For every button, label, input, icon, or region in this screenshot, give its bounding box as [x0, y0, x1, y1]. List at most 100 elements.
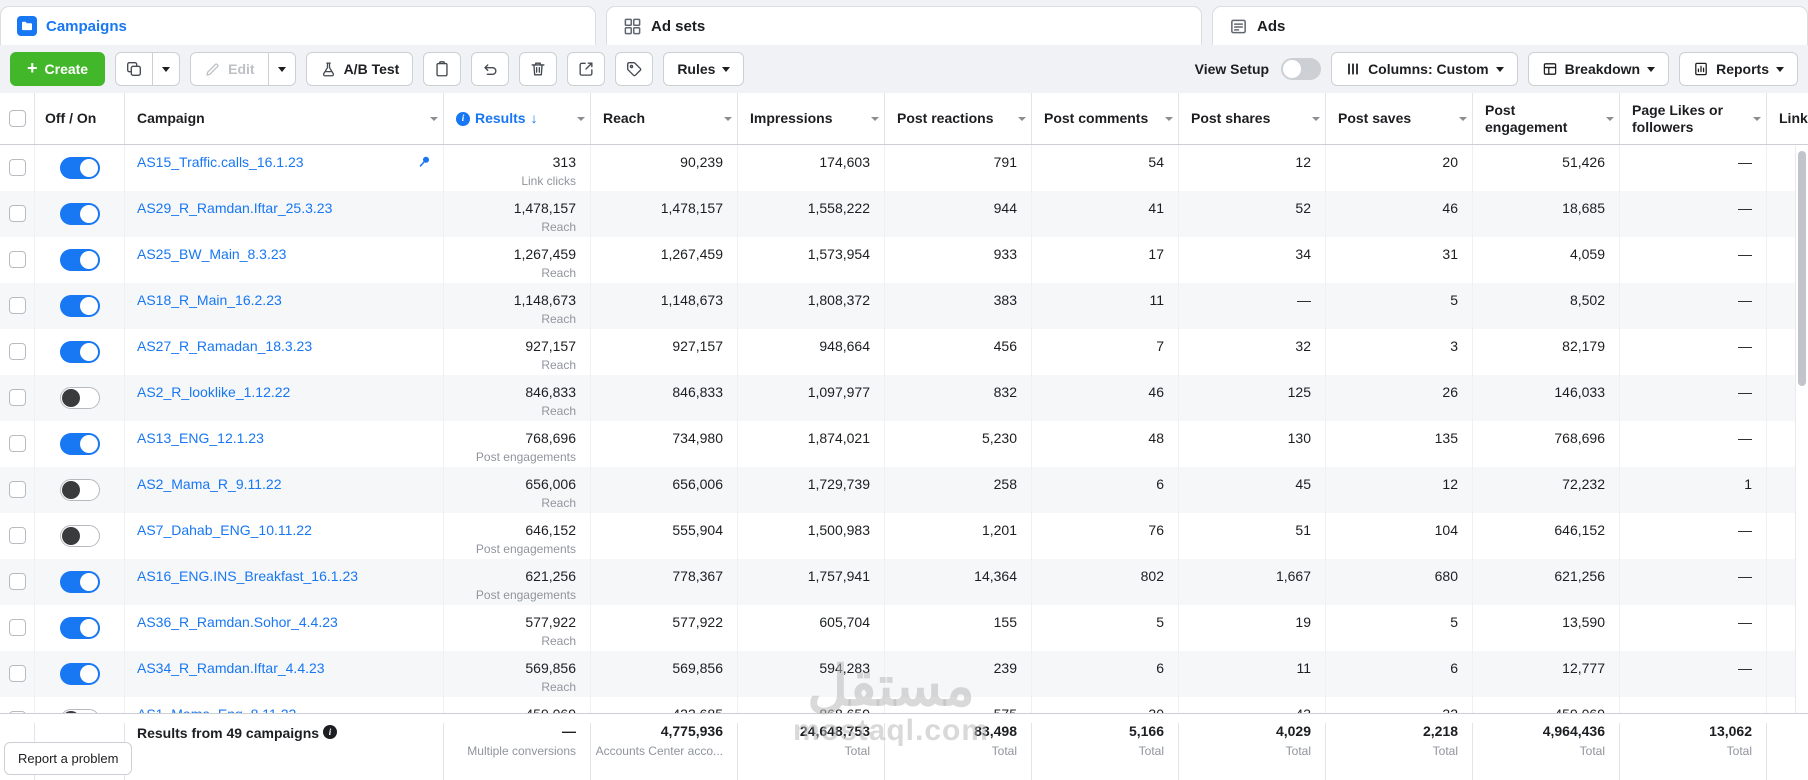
row-checkbox[interactable] [9, 297, 26, 314]
campaign-toggle[interactable] [59, 295, 100, 317]
campaign-link[interactable]: AS16_ENG.INS_Breakfast_16.1.23 [137, 568, 358, 584]
reports-button[interactable]: Reports [1679, 52, 1798, 86]
post-saves-cell: 6 [1326, 651, 1473, 697]
header-page-likes[interactable]: Page Likes or followers [1620, 93, 1767, 144]
ab-test-button[interactable]: A/B Test [305, 52, 414, 86]
campaign-toggle[interactable] [59, 249, 100, 271]
row-checkbox[interactable] [9, 527, 26, 544]
header-results[interactable]: i Results ↓ [444, 93, 591, 144]
impressions-cell: 868,659 [738, 697, 885, 713]
post-reactions-cell: 791 [885, 145, 1032, 191]
row-toggle-cell [35, 421, 125, 467]
tab-ads[interactable]: Ads [1212, 6, 1808, 45]
columns-button[interactable]: Columns: Custom [1331, 52, 1518, 86]
header-label: Post shares [1191, 110, 1271, 127]
campaign-link[interactable]: AS34_R_Ramdan.Iftar_4.4.23 [137, 660, 325, 676]
row-checkbox[interactable] [9, 573, 26, 590]
header-impressions[interactable]: Impressions [738, 93, 885, 144]
select-all-checkbox[interactable] [9, 110, 26, 127]
toggle-knob [79, 435, 98, 453]
header-post-comments[interactable]: Post comments [1032, 93, 1179, 144]
results-type-label: Reach [541, 266, 576, 280]
chevron-down-icon [1312, 116, 1320, 121]
campaign-link[interactable]: AS27_R_Ramadan_18.3.23 [137, 338, 312, 354]
row-checkbox[interactable] [9, 435, 26, 452]
row-checkbox[interactable] [9, 205, 26, 222]
page-likes-cell: — [1620, 283, 1767, 329]
tab-campaigns[interactable]: Campaigns [0, 6, 596, 45]
campaign-link[interactable]: AS25_BW_Main_8.3.23 [137, 246, 286, 262]
campaign-link[interactable]: AS2_Mama_R_9.11.22 [137, 476, 282, 492]
campaign-toggle[interactable] [59, 571, 100, 593]
export-button[interactable] [567, 52, 606, 86]
delete-button[interactable] [519, 52, 558, 86]
campaign-toggle[interactable] [59, 663, 100, 685]
post-reactions-cell: 456 [885, 329, 1032, 375]
row-toggle-cell [35, 375, 125, 421]
row-checkbox[interactable] [9, 665, 26, 682]
campaign-link[interactable]: AS1_Mama_Eng_8.11.22 [137, 706, 296, 713]
row-checkbox[interactable] [9, 159, 26, 176]
campaign-toggle[interactable] [59, 157, 100, 179]
row-checkbox[interactable] [9, 251, 26, 268]
row-checkbox[interactable] [9, 389, 26, 406]
view-setup-label: View Setup [1194, 61, 1270, 77]
rules-button[interactable]: Rules [663, 52, 745, 86]
row-checkbox[interactable] [9, 619, 26, 636]
undo-button[interactable] [471, 52, 510, 86]
row-checkbox[interactable] [9, 343, 26, 360]
header-post-reactions[interactable]: Post reactions [885, 93, 1032, 144]
campaign-link[interactable]: AS2_R_looklike_1.12.22 [137, 384, 290, 400]
duplicate-options-button[interactable] [153, 52, 181, 86]
header-post-engagement[interactable]: Post engagement [1473, 93, 1620, 144]
chevron-down-icon [162, 66, 171, 72]
edit-button[interactable]: Edit [190, 52, 269, 86]
totals-impressions-cell: 24,648,753 Total [738, 723, 885, 780]
breakdown-button[interactable]: Breakdown [1527, 52, 1670, 86]
row-toggle-cell [35, 191, 125, 237]
header-reach[interactable]: Reach [591, 93, 738, 144]
post-engagement-cell: 18,685 [1473, 191, 1620, 237]
campaign-name-cell: AS15_Traffic.calls_16.1.23 [125, 145, 444, 191]
post-engagement-cell: 146,033 [1473, 375, 1620, 421]
post-saves-cell: 26 [1326, 375, 1473, 421]
post-reactions-cell: 239 [885, 651, 1032, 697]
impressions-cell: 1,573,954 [738, 237, 885, 283]
campaign-link[interactable]: AS18_R_Main_16.2.23 [137, 292, 282, 308]
edit-options-button[interactable] [268, 52, 296, 86]
duplicate-button[interactable] [115, 52, 154, 86]
campaign-toggle[interactable] [59, 479, 100, 501]
header-post-shares[interactable]: Post shares [1179, 93, 1326, 144]
header-link[interactable]: Link [1767, 93, 1808, 144]
clipboard-button[interactable] [423, 52, 462, 86]
campaign-toggle[interactable] [59, 525, 100, 547]
post-engagement-cell: 82,179 [1473, 329, 1620, 375]
campaign-link[interactable]: AS13_ENG_12.1.23 [137, 430, 264, 446]
post-comments-cell: 41 [1032, 191, 1179, 237]
campaign-link[interactable]: AS29_R_Ramdan.Iftar_25.3.23 [137, 200, 332, 216]
campaign-link[interactable]: AS7_Dahab_ENG_10.11.22 [137, 522, 312, 538]
campaign-toggle[interactable] [59, 617, 100, 639]
create-button[interactable]: + Create [10, 52, 106, 86]
row-checkbox-cell [0, 559, 35, 605]
results-type-label: Post engagements [475, 542, 576, 556]
header-campaign[interactable]: Campaign [125, 93, 444, 144]
totals-label-cell: Results from 49 campaigns i [125, 723, 444, 780]
campaign-link[interactable]: AS15_Traffic.calls_16.1.23 [137, 154, 304, 170]
campaign-toggle[interactable] [59, 387, 100, 409]
report-problem-button[interactable]: Report a problem [4, 742, 133, 775]
campaign-link[interactable]: AS36_R_Ramdan.Sohor_4.4.23 [137, 614, 338, 630]
header-post-saves[interactable]: Post saves [1326, 93, 1473, 144]
row-toggle-cell [35, 559, 125, 605]
campaign-toggle[interactable] [59, 203, 100, 225]
post-shares-cell: 11 [1179, 651, 1326, 697]
view-setup-toggle[interactable] [1281, 58, 1322, 80]
info-icon[interactable]: i [323, 725, 338, 739]
campaign-toggle[interactable] [59, 433, 100, 455]
scrollbar-thumb[interactable] [1798, 151, 1806, 386]
row-toggle-cell [35, 145, 125, 191]
tab-ad-sets[interactable]: Ad sets [606, 6, 1202, 45]
tag-button[interactable] [615, 52, 654, 86]
row-checkbox[interactable] [9, 481, 26, 498]
campaign-toggle[interactable] [59, 341, 100, 363]
